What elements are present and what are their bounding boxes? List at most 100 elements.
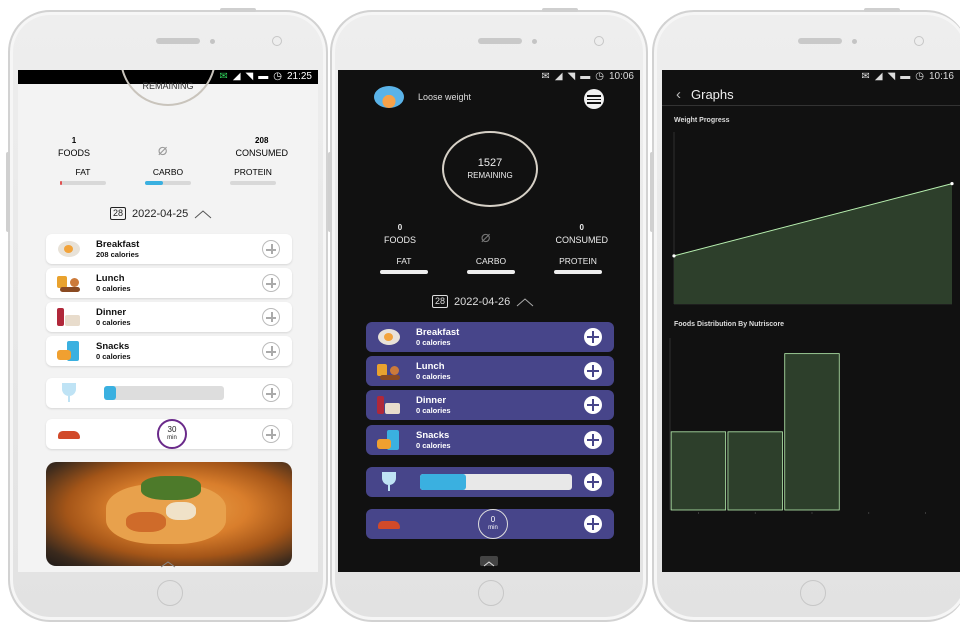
meal-name: Snacks xyxy=(416,430,450,441)
exercise-unit: min xyxy=(167,435,177,441)
meal-calories: 0 calories xyxy=(416,372,451,381)
profile-avatar[interactable] xyxy=(374,86,404,108)
meal-card-snacks[interactable]: Snacks 0 calories xyxy=(46,336,292,366)
meal-calories: 0 calories xyxy=(96,284,131,293)
macro-fat-bar xyxy=(60,181,106,185)
meal-calories: 0 calories xyxy=(96,352,131,361)
macro-fat: FAT xyxy=(380,256,428,274)
meal-card-lunch[interactable]: Lunch 0 calories xyxy=(366,356,614,386)
meal-name: Breakfast xyxy=(416,327,460,338)
meal-card-snacks[interactable]: Snacks 0 calories xyxy=(366,425,614,455)
add-exercise-button[interactable] xyxy=(262,425,280,443)
meal-card-breakfast[interactable]: Breakfast 0 calories xyxy=(366,322,614,352)
exercise-card[interactable]: 0 min xyxy=(366,509,614,539)
alarm-icon: ◷ xyxy=(273,71,282,82)
collapse-handle[interactable] xyxy=(480,556,498,567)
macro-carbo-bar xyxy=(467,270,515,274)
battery-icon: ▬ xyxy=(258,71,269,82)
lunch-icon xyxy=(376,360,402,382)
meal-calories: 0 calories xyxy=(96,318,131,327)
add-snacks-button[interactable] xyxy=(584,431,602,449)
weight-point xyxy=(672,254,676,258)
paperclip-icon: ⌀ xyxy=(157,142,168,159)
macro-fat: FAT xyxy=(60,167,106,185)
macro-protein-bar xyxy=(554,270,602,274)
macro-fat-label: FAT xyxy=(75,167,91,177)
home-button[interactable] xyxy=(157,580,183,606)
date-text: 2022-04-26 xyxy=(454,295,511,308)
add-dinner-button[interactable] xyxy=(584,396,602,414)
page-title: Graphs xyxy=(691,87,734,102)
macro-carbo-bar xyxy=(145,181,191,185)
message-icon: ✉ xyxy=(861,71,870,82)
exercise-minutes: 30 xyxy=(167,425,177,434)
chart-title-nutriscore: Foods Distribution By Nutriscore xyxy=(674,321,785,328)
nutriscore-bar xyxy=(670,431,727,511)
foods-label: FOODS xyxy=(58,148,91,158)
add-water-button[interactable] xyxy=(262,384,280,402)
date-selector[interactable]: 28 2022-04-25 xyxy=(110,207,212,220)
weight-progress-chart xyxy=(672,132,954,305)
chevron-up-icon[interactable] xyxy=(516,297,534,307)
foods-count: 0 xyxy=(397,223,403,232)
meal-calories: 0 calories xyxy=(416,406,451,415)
water-card[interactable] xyxy=(366,467,614,497)
add-dinner-button[interactable] xyxy=(262,308,280,326)
status-time: 10:06 xyxy=(608,71,634,82)
consumed-stat: 208 CONSUMED xyxy=(235,136,288,158)
calendar-icon: 28 xyxy=(110,207,127,220)
remaining-label: REMAINING xyxy=(467,171,513,180)
add-exercise-button[interactable] xyxy=(584,515,602,533)
add-lunch-button[interactable] xyxy=(262,274,280,292)
alarm-icon: ◷ xyxy=(915,71,924,82)
meal-name: Lunch xyxy=(96,273,125,284)
water-card[interactable] xyxy=(46,378,292,408)
dinner-icon xyxy=(376,394,402,416)
breakfast-icon xyxy=(56,238,82,260)
macros-row: FAT CARBO PROTEIN xyxy=(60,167,276,185)
meal-card-breakfast[interactable]: Breakfast 208 calories xyxy=(46,234,292,264)
add-breakfast-button[interactable] xyxy=(584,328,602,346)
breakfast-icon xyxy=(376,326,402,348)
add-water-button[interactable] xyxy=(584,473,602,491)
home-button[interactable] xyxy=(478,580,504,606)
chevron-up-icon xyxy=(483,561,495,567)
exercise-card[interactable]: 30 min xyxy=(46,419,292,449)
meal-name: Dinner xyxy=(416,395,447,406)
graphs-header: ‹ Graphs xyxy=(662,84,960,106)
meal-calories: 208 calories xyxy=(96,250,139,259)
exercise-timer[interactable]: 0 min xyxy=(478,509,508,539)
wifi-icon: ◥ xyxy=(245,71,254,82)
chevron-up-icon[interactable] xyxy=(194,209,212,219)
meal-card-dinner[interactable]: Dinner 0 calories xyxy=(46,302,292,332)
dinner-icon xyxy=(56,306,82,328)
add-lunch-button[interactable] xyxy=(584,362,602,380)
status-time: 21:25 xyxy=(286,71,312,82)
add-snacks-button[interactable] xyxy=(262,342,280,360)
water-progress-fill xyxy=(420,474,466,490)
chevron-up-icon[interactable] xyxy=(160,560,176,568)
exercise-timer[interactable]: 30 min xyxy=(157,419,187,449)
macro-carbo: CARBO xyxy=(145,167,191,185)
calendar-icon: 28 xyxy=(432,295,449,308)
meal-card-dinner[interactable]: Dinner 0 calories xyxy=(366,390,614,420)
menu-icon[interactable] xyxy=(584,89,604,109)
meal-card-lunch[interactable]: Lunch 0 calories xyxy=(46,268,292,298)
status-bar: ✉ ◢ ◥ ▬ ◷ 10:16 xyxy=(662,70,960,84)
date-selector[interactable]: 28 2022-04-26 xyxy=(432,295,534,308)
weight-point xyxy=(950,182,954,186)
battery-icon: ▬ xyxy=(580,71,591,82)
home-button[interactable] xyxy=(800,580,826,606)
add-breakfast-button[interactable] xyxy=(262,240,280,258)
back-icon[interactable]: ‹ xyxy=(676,86,681,103)
macro-fat-label: FAT xyxy=(396,256,412,266)
consumed-label: CONSUMED xyxy=(235,148,288,158)
chart-title-weight: Weight Progress xyxy=(674,117,730,124)
water-glass-icon xyxy=(56,382,82,404)
wifi-icon: ◥ xyxy=(887,71,896,82)
macro-protein: PROTEIN xyxy=(554,256,602,274)
summary-stats: 0 FOODS ⌀ 0 CONSUMED xyxy=(384,223,608,247)
lunch-icon xyxy=(56,272,82,294)
macro-protein: PROTEIN xyxy=(230,167,276,185)
macro-carbo-fill xyxy=(145,181,164,185)
